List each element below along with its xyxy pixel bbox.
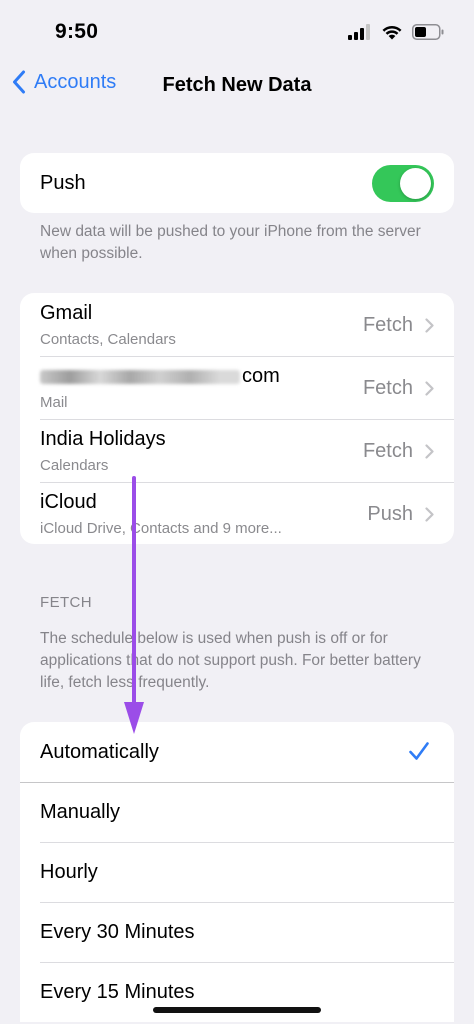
status-time: 9:50 — [55, 20, 99, 43]
account-name-suffix: com — [242, 365, 280, 387]
account-detail: Mail — [40, 394, 68, 411]
schedule-option-label: Hourly — [40, 860, 98, 883]
account-row-email[interactable]: com Mail Fetch — [20, 356, 454, 419]
wifi-icon — [382, 25, 402, 40]
account-value: Push — [367, 503, 434, 526]
account-value-label: Fetch — [362, 314, 413, 336]
fetch-schedule-list: Automatically Manually Hourly Every 30 M… — [20, 722, 454, 1022]
schedule-option-every-15-minutes[interactable]: Every 15 Minutes — [20, 962, 454, 1022]
schedule-option-label: Automatically — [40, 740, 159, 763]
account-row-icloud[interactable]: iCloud iCloud Drive, Contacts and 9 more… — [20, 482, 454, 544]
chevron-right-icon — [425, 507, 434, 522]
accounts-list: Gmail Contacts, Calendars Fetch com Mail… — [20, 293, 454, 544]
account-value: Fetch — [363, 314, 434, 337]
account-name: Gmail — [40, 302, 93, 324]
chevron-right-icon — [425, 381, 434, 396]
schedule-option-automatically[interactable]: Automatically — [20, 722, 454, 782]
fetch-footnote: The schedule below is used when push is … — [40, 630, 421, 691]
page-title: Fetch New Data — [162, 74, 312, 96]
push-row: Push — [20, 153, 454, 213]
schedule-option-label: Every 15 Minutes — [40, 980, 195, 1003]
account-row-gmail[interactable]: Gmail Contacts, Calendars Fetch — [20, 293, 454, 356]
account-name: iCloud — [40, 491, 97, 513]
account-detail: iCloud Drive, Contacts and 9 more... — [40, 520, 282, 537]
chevron-right-icon — [425, 444, 434, 459]
schedule-option-hourly[interactable]: Hourly — [20, 842, 454, 902]
cellular-signal-icon — [348, 24, 370, 40]
home-indicator — [153, 1007, 321, 1013]
account-value: Fetch — [363, 377, 434, 400]
account-detail: Contacts, Calendars — [40, 331, 176, 348]
fetch-section-header: FETCH — [40, 594, 92, 611]
account-value-label: Fetch — [362, 440, 413, 462]
checkmark-icon — [409, 742, 429, 760]
redacted-email — [40, 369, 240, 384]
push-card: Push — [20, 153, 454, 213]
battery-icon — [412, 24, 444, 40]
schedule-option-every-30-minutes[interactable]: Every 30 Minutes — [20, 902, 454, 962]
schedule-option-label: Manually — [40, 800, 121, 823]
account-value: Fetch — [363, 440, 434, 463]
account-name: India Holidays — [40, 428, 166, 450]
account-name: com — [40, 365, 280, 388]
account-value-label: Fetch — [362, 377, 413, 399]
account-value-label: Push — [367, 503, 413, 525]
status-bar: 9:50 — [0, 0, 474, 62]
navigation-bar: Accounts Fetch New Data — [0, 62, 474, 108]
account-detail: Calendars — [40, 457, 109, 474]
schedule-option-label: Every 30 Minutes — [40, 920, 195, 943]
chevron-right-icon — [425, 318, 434, 333]
account-row-india-holidays[interactable]: India Holidays Calendars Fetch — [20, 419, 454, 482]
status-icons — [348, 24, 444, 40]
push-footnote: New data will be pushed to your iPhone f… — [40, 223, 421, 262]
push-toggle-knob — [400, 167, 431, 199]
push-label: Push — [40, 171, 86, 194]
push-toggle[interactable] — [372, 164, 434, 202]
schedule-option-manually[interactable]: Manually — [20, 782, 454, 842]
